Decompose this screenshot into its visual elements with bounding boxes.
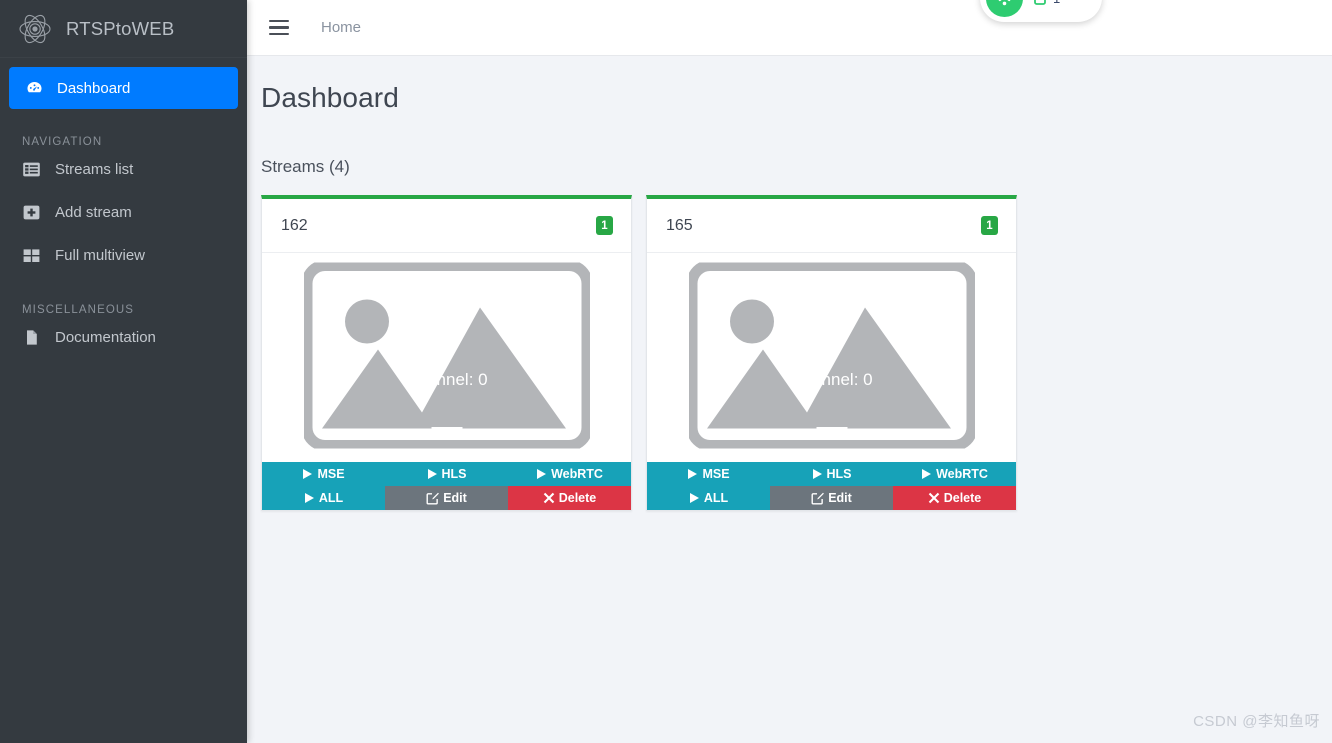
streams-section-title: Streams (4) (261, 157, 350, 176)
device-count: 1 (1034, 0, 1060, 10)
sidebar-heading-navigation: NAVIGATION (22, 136, 103, 148)
breadcrumb[interactable]: Home (321, 19, 361, 36)
edit-label: Edit (828, 491, 852, 505)
sidebar-item-documentation[interactable]: Documentation (0, 316, 247, 359)
grid-icon (22, 246, 41, 265)
mobile-icon (1034, 0, 1046, 10)
mse-button[interactable]: MSE (647, 462, 770, 486)
stream-card-list: 162 1 Channel: 0 MSE HLS WebRTC ALL Edit… (247, 177, 1332, 511)
play-icon (687, 468, 698, 480)
play-icon (302, 468, 313, 480)
play-icon (304, 492, 315, 504)
delete-label: Delete (943, 491, 982, 505)
sidebar-item-label: Documentation (55, 329, 156, 346)
stream-play-row: MSE HLS WebRTC (262, 462, 631, 486)
all-button[interactable]: ALL (262, 486, 385, 510)
webrtc-button[interactable]: WebRTC (893, 462, 1016, 486)
mse-label: MSE (317, 467, 345, 481)
all-label: ALL (318, 491, 344, 505)
pencil-square-icon (811, 492, 825, 505)
pencil-square-icon (426, 492, 440, 505)
edit-button[interactable]: Edit (770, 486, 893, 510)
hls-label: HLS (441, 467, 467, 481)
play-icon (812, 468, 823, 480)
play-icon (689, 492, 700, 504)
stream-manage-row: ALL Edit Delete (647, 486, 1016, 510)
page-title: Dashboard (261, 82, 399, 113)
webrtc-label: WebRTC (551, 467, 603, 481)
topbar: Home (247, 0, 1332, 56)
stream-name: 162 (281, 216, 308, 234)
stream-name: 165 (666, 216, 693, 234)
sidebar-item-label: Add stream (55, 204, 132, 221)
hamburger-icon[interactable] (269, 20, 289, 35)
edit-label: Edit (443, 491, 467, 505)
connection-status-widget[interactable]: 1 (980, 0, 1102, 22)
main-content: Home Dashboard Streams (4) 162 1 Channel… (247, 0, 1332, 743)
all-button[interactable]: ALL (647, 486, 770, 510)
status-badge: 1 (596, 216, 613, 235)
stream-card: 165 1 Channel: 0 MSE HLS WebRTC ALL Edit… (646, 195, 1017, 511)
sidebar-item-add-stream[interactable]: Add stream (0, 191, 247, 234)
hls-button[interactable]: HLS (770, 462, 893, 486)
sidebar-item-full-multiview[interactable]: Full multiview (0, 234, 247, 277)
mse-label: MSE (702, 467, 730, 481)
stream-card-header: 162 1 (262, 199, 631, 253)
play-icon (921, 468, 932, 480)
delete-label: Delete (558, 491, 597, 505)
placeholder-dash (816, 427, 847, 430)
device-count-value: 1 (1053, 0, 1060, 6)
broken-image-icon (301, 259, 592, 453)
play-icon (427, 468, 438, 480)
status-badge: 1 (981, 216, 998, 235)
stream-card-header: 165 1 (647, 199, 1016, 253)
hls-button[interactable]: HLS (385, 462, 508, 486)
tachometer-icon (25, 79, 44, 98)
stream-card: 162 1 Channel: 0 MSE HLS WebRTC ALL Edit… (261, 195, 632, 511)
stream-card-actions: MSE HLS WebRTC ALL Edit Delete (647, 462, 1016, 510)
sidebar-item-label: Streams list (55, 161, 134, 178)
delete-button[interactable]: Delete (508, 486, 631, 510)
app-root: RTSPtoWEB Dashboard NAVIGATION Streams l… (0, 0, 1332, 743)
stream-card-actions: MSE HLS WebRTC ALL Edit Delete (262, 462, 631, 510)
times-icon (543, 492, 555, 504)
broken-image-icon (686, 259, 977, 453)
brand-title: RTSPtoWEB (66, 17, 175, 39)
webrtc-label: WebRTC (936, 467, 988, 481)
stream-preview[interactable]: Channel: 0 (262, 253, 631, 462)
brand[interactable]: RTSPtoWEB (0, 0, 247, 58)
edit-button[interactable]: Edit (385, 486, 508, 510)
atom-orbit-icon (18, 12, 52, 46)
all-label: ALL (703, 491, 729, 505)
stream-play-row: MSE HLS WebRTC (647, 462, 1016, 486)
file-icon (22, 328, 41, 347)
sidebar-item-label: Dashboard (57, 79, 131, 97)
mse-button[interactable]: MSE (262, 462, 385, 486)
wifi-icon (986, 0, 1023, 17)
channel-label: Channel: 0 (405, 369, 488, 389)
sidebar-item-dashboard[interactable]: Dashboard (9, 67, 238, 109)
sidebar-item-streams-list[interactable]: Streams list (0, 148, 247, 191)
play-icon (536, 468, 547, 480)
hls-label: HLS (826, 467, 852, 481)
placeholder-dash (431, 427, 462, 430)
list-alt-icon (22, 160, 41, 179)
sidebar-heading-miscellaneous: MISCELLANEOUS (22, 304, 135, 316)
stream-manage-row: ALL Edit Delete (262, 486, 631, 510)
delete-button[interactable]: Delete (893, 486, 1016, 510)
sidebar: RTSPtoWEB Dashboard NAVIGATION Streams l… (0, 0, 247, 743)
channel-label: Channel: 0 (790, 369, 873, 389)
sidebar-item-label: Full multiview (55, 247, 146, 264)
plus-square-icon (22, 203, 41, 222)
watermark: CSDN @李知鱼呀 (1193, 713, 1320, 730)
webrtc-button[interactable]: WebRTC (508, 462, 631, 486)
times-icon (928, 492, 940, 504)
stream-preview[interactable]: Channel: 0 (647, 253, 1016, 462)
